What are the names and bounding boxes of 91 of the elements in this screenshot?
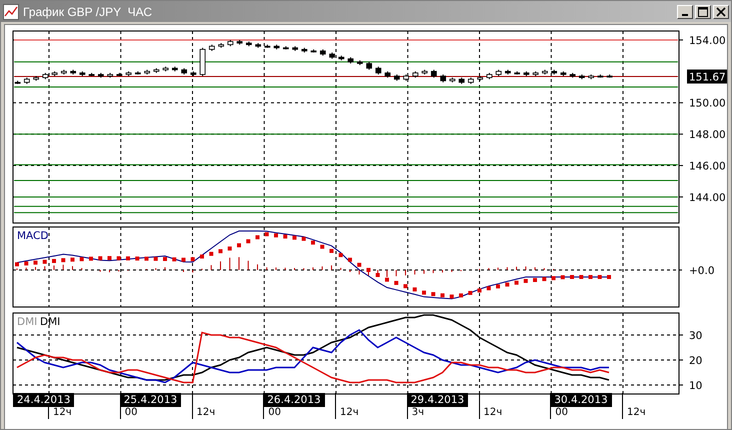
candle <box>246 41 252 47</box>
close-icon <box>716 6 726 16</box>
close-button[interactable] <box>713 4 729 18</box>
time-label: 12ч <box>482 407 502 419</box>
date-label: 30.4.2013 <box>550 393 612 407</box>
candle <box>218 42 224 48</box>
candle <box>394 74 400 82</box>
time-label: 3ч <box>410 407 424 419</box>
date-label: 24.4.2013 <box>13 393 74 407</box>
maximize-button[interactable] <box>695 4 711 18</box>
candle <box>458 77 465 84</box>
candle <box>88 72 95 77</box>
candle <box>181 68 188 75</box>
candle <box>588 74 594 80</box>
axis-label: 144.00 <box>689 192 726 204</box>
candle <box>134 70 141 75</box>
time-label: 00 <box>267 407 281 419</box>
candle <box>153 68 160 74</box>
candle <box>292 46 298 52</box>
candle <box>356 60 363 66</box>
time-label: 12ч <box>626 407 646 419</box>
candle <box>310 48 317 53</box>
candle <box>162 66 169 72</box>
candle <box>60 69 67 75</box>
candle <box>79 70 86 77</box>
candle <box>274 44 280 50</box>
candle <box>384 70 391 78</box>
candle <box>440 74 446 83</box>
candle <box>70 69 76 75</box>
date-label: 25.4.2013 <box>120 393 182 407</box>
candle <box>523 70 530 77</box>
axis-label: 10 <box>689 380 702 392</box>
date-label: 29.4.2013 <box>406 393 468 407</box>
candle <box>255 42 262 48</box>
candle <box>578 74 585 80</box>
axis-label: 20 <box>689 355 702 367</box>
candle <box>282 46 289 50</box>
candle <box>375 66 382 75</box>
current-price: 151.67 <box>687 70 727 84</box>
candle <box>570 72 576 78</box>
window-title: График GBP /JPY ЧАС <box>23 4 153 18</box>
candle <box>107 72 114 78</box>
minimize-button[interactable] <box>677 4 693 18</box>
candle <box>200 47 206 77</box>
candle <box>33 76 40 82</box>
candle <box>301 47 308 53</box>
candle <box>422 69 428 75</box>
candle <box>486 72 492 80</box>
time-label: 12ч <box>52 407 72 419</box>
candle <box>172 66 178 72</box>
candle <box>126 70 132 77</box>
candle <box>338 55 344 61</box>
axis-label: 30 <box>689 330 702 342</box>
candle <box>542 69 548 75</box>
axis-label: 150.00 <box>689 98 726 110</box>
indicator-title: MACD <box>17 230 48 242</box>
axis-label: 154.00 <box>689 34 726 47</box>
candle <box>496 69 502 77</box>
candle <box>24 77 30 84</box>
date-label: 26.4.2013 <box>263 393 325 407</box>
time-label: 00 <box>554 407 568 419</box>
axis-label: 148.00 <box>689 129 726 142</box>
candle <box>514 70 520 75</box>
indicator-name: DMI <box>17 316 38 328</box>
candle <box>412 70 418 78</box>
candle <box>449 77 456 83</box>
time-label: 12ч <box>196 407 216 419</box>
chart-icon <box>3 4 19 20</box>
indicator-title: DMI <box>40 316 60 328</box>
candle <box>606 74 613 78</box>
candle <box>320 48 326 56</box>
candle <box>597 74 604 78</box>
candle <box>504 69 511 75</box>
candle <box>144 69 150 75</box>
candle <box>366 61 372 70</box>
candle <box>208 44 215 52</box>
axis-label: +0.0 <box>689 265 714 277</box>
candle <box>560 70 566 77</box>
candle <box>430 69 437 78</box>
candle <box>468 77 474 84</box>
maximize-icon <box>698 6 708 16</box>
candle <box>227 39 234 47</box>
axis-label: 146.00 <box>689 160 726 173</box>
time-label: 12ч <box>339 407 359 419</box>
candle <box>348 56 354 64</box>
candle <box>532 70 539 77</box>
candle <box>52 70 58 77</box>
candle <box>98 72 104 78</box>
candle <box>236 39 243 46</box>
time-label: 00 <box>124 407 138 419</box>
minimize-icon <box>682 14 688 16</box>
